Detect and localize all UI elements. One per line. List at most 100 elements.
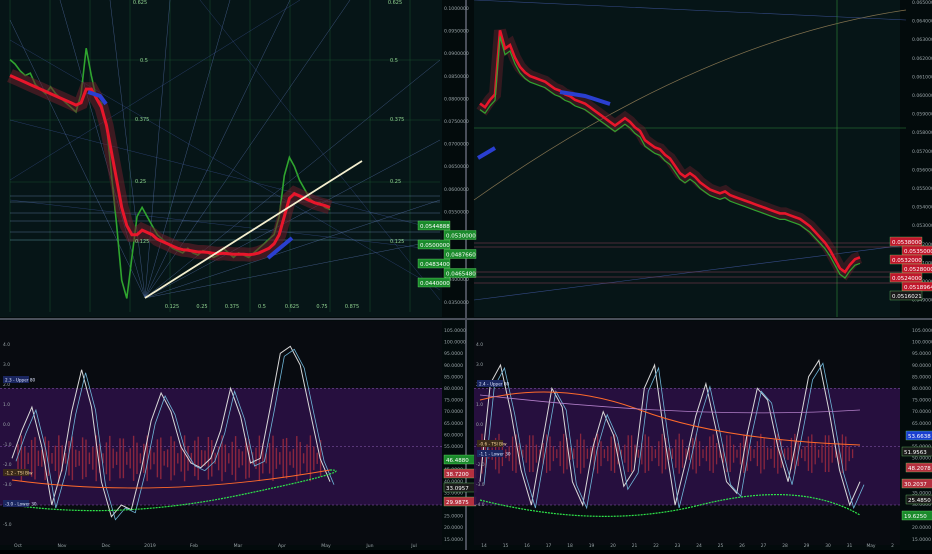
left-osc-left-label: -1.0 [3,442,12,448]
right-osc-badge-text: 19.6250 [904,514,927,520]
right-osc-badge: 19.6250 [901,510,932,521]
right-osc-axis-label: 15.0000 [912,537,931,543]
left-price-axis-label: 0.0900000 [444,51,469,57]
right-price-badge-text: 0.0532000 [892,258,922,264]
right-time-label: 28 [782,543,788,549]
left-time-label: Jun [365,543,373,549]
left-grid-label: 0.5 [140,58,148,64]
right-osc-left-label: 4.0 [476,342,483,348]
right-time-label: 15 [503,543,509,549]
right-osc-axis-label: 95.0000 [912,351,931,357]
left-osc-axis-label: 20.0000 [444,525,463,531]
right-price-axis-label: 0.0550000 [912,186,932,192]
left-grid-label: 0.125 [390,239,404,245]
right-osc-left-label: 3.0 [476,362,483,368]
left-price-badge-text: 0.0483400 [420,262,450,268]
left-osc-axis-label: 25.0000 [444,514,463,520]
right-time-label: 20 [610,543,616,549]
left-price-axis-label: 0.0350000 [444,300,469,306]
left-fib-label: 0.125 [165,304,179,310]
right-osc-axis-label: 75.0000 [912,398,931,404]
left-osc-left-label: -3.0 [3,482,12,488]
right-price-axis-label: 0.0560000 [912,167,932,173]
right-osc-axis-label: 100.0000 [912,340,932,346]
chart-canvas: 0.125 0.25 0.375 0.5 0.625 0.75 0.875 0.5 0.5 0.3… [0,0,932,550]
left-grid-label: 0.375 [135,117,149,123]
left-osc-axis-label: 100.0000 [444,340,466,346]
right-price-badge: 0.0538000 [889,236,922,247]
left-price-axis-label: 0.0550000 [444,209,469,215]
left-price-axis-label: 0.0800000 [444,96,469,102]
right-time-label: 31 [847,543,853,549]
left-osc-axis-label: 60.0000 [444,432,463,438]
right-price-badge: 0.0518964 [901,281,932,292]
left-price-badge-text: 0.0440000 [420,281,450,287]
left-price-axis-label: 0.0950000 [444,29,469,35]
left-osc-badge-text: 29.9875 [446,500,469,506]
left-price-axis-label: 0.0750000 [444,119,469,125]
right-osc-axis-label: 90.0000 [912,363,931,369]
left-price-axis-label: 0.0600000 [444,187,469,193]
left-osc-axis-label: 55.0000 [444,444,463,450]
left-time-label: May [321,543,331,549]
left-time-label: Feb [190,543,198,549]
left-osc-badge-text: 46.4880 [446,458,469,464]
right-osc-left-label: -2.0 [476,462,485,468]
right-osc-badge-text: 30.2037 [904,482,927,488]
left-price-badge-text: 0.0500000 [420,243,450,249]
left-osc-badge: 46.4880 [443,454,477,465]
right-osc-axis-label: 105.0000 [912,328,932,334]
left-osc-axis-label: 95.0000 [444,351,463,357]
right-price-badge-text: 0.0524000 [892,276,922,282]
left-osc-axis-label: 75.0000 [444,398,463,404]
right-legend-upper: 2.4 - Upper 80 [479,382,510,387]
right-price-axis-label: 0.0650000 [912,0,932,6]
right-osc-axis-label: 85.0000 [912,374,931,380]
right-price-axis-label: 0.0640000 [912,19,932,25]
left-price-badge-text: 0.0544888 [420,224,450,230]
right-time-label: 19 [589,543,595,549]
right-time-label: 14 [481,543,487,549]
left-osc-left-label: -2.0 [3,462,12,468]
right-price-axis-label: 0.0580000 [912,130,932,136]
right-price-axis-label: 0.0540000 [912,205,932,211]
left-price-axis-label: 0.0850000 [444,74,469,80]
left-time-label: 2019 [144,543,156,549]
right-time-label: 24 [696,543,702,549]
left-osc-badge: 29.9875 [443,496,477,507]
right-osc-badge: 25.4850 [905,494,932,505]
left-time-label: Oct [14,543,22,549]
right-osc-axis-label: 65.0000 [912,421,931,427]
left-price-badge-text: 0.0465480 [446,272,476,278]
right-osc-badge-text: 51.9563 [904,450,927,456]
right-time-label: 21 [632,543,638,549]
right-osc-badge-text: 48.2078 [908,466,931,472]
left-osc-axis-label: 15.0000 [444,537,463,543]
left-osc-left-label: 0.0 [3,422,10,428]
right-osc-left-label: -3.0 [476,482,485,488]
left-osc-badge-text: 38.7200 [446,472,469,478]
right-osc-badge: 51.9563 [901,446,932,457]
right-price-badge-text: 0.0528000 [904,267,932,273]
left-osc-left-label: 1.0 [3,402,10,408]
right-time-label: 30 [825,543,831,549]
left-osc-axis-label: 80.0000 [444,386,463,392]
left-price-badge-text: 0.0530000 [446,234,476,240]
right-price-badge-text: 0.0538000 [892,240,922,246]
left-time-label: Dec [102,543,111,549]
left-price-axis-label: 0.0650000 [444,164,469,170]
left-time-label: Mar [234,543,243,549]
left-osc-left-label: 4.0 [3,342,10,348]
left-osc-axis-label: 105.0000 [444,328,466,334]
right-price-axis-label: 0.0610000 [912,74,932,80]
left-price-badge: 0.0487660 [443,249,476,259]
left-price-badge: 0.0530000 [443,230,476,240]
right-osc-axis-label: 50.0000 [912,456,931,462]
left-osc-axis-label: 65.0000 [444,421,463,427]
left-top-label: 0.625 [133,0,147,6]
left-fib-label: 0.875 [345,304,359,310]
left-time-label: Apr [278,543,286,549]
left-grid-label: 0.25 [390,179,401,185]
left-osc-badge: 38.7200 [443,468,477,479]
right-price-badge: 0.0528000 [901,263,932,274]
